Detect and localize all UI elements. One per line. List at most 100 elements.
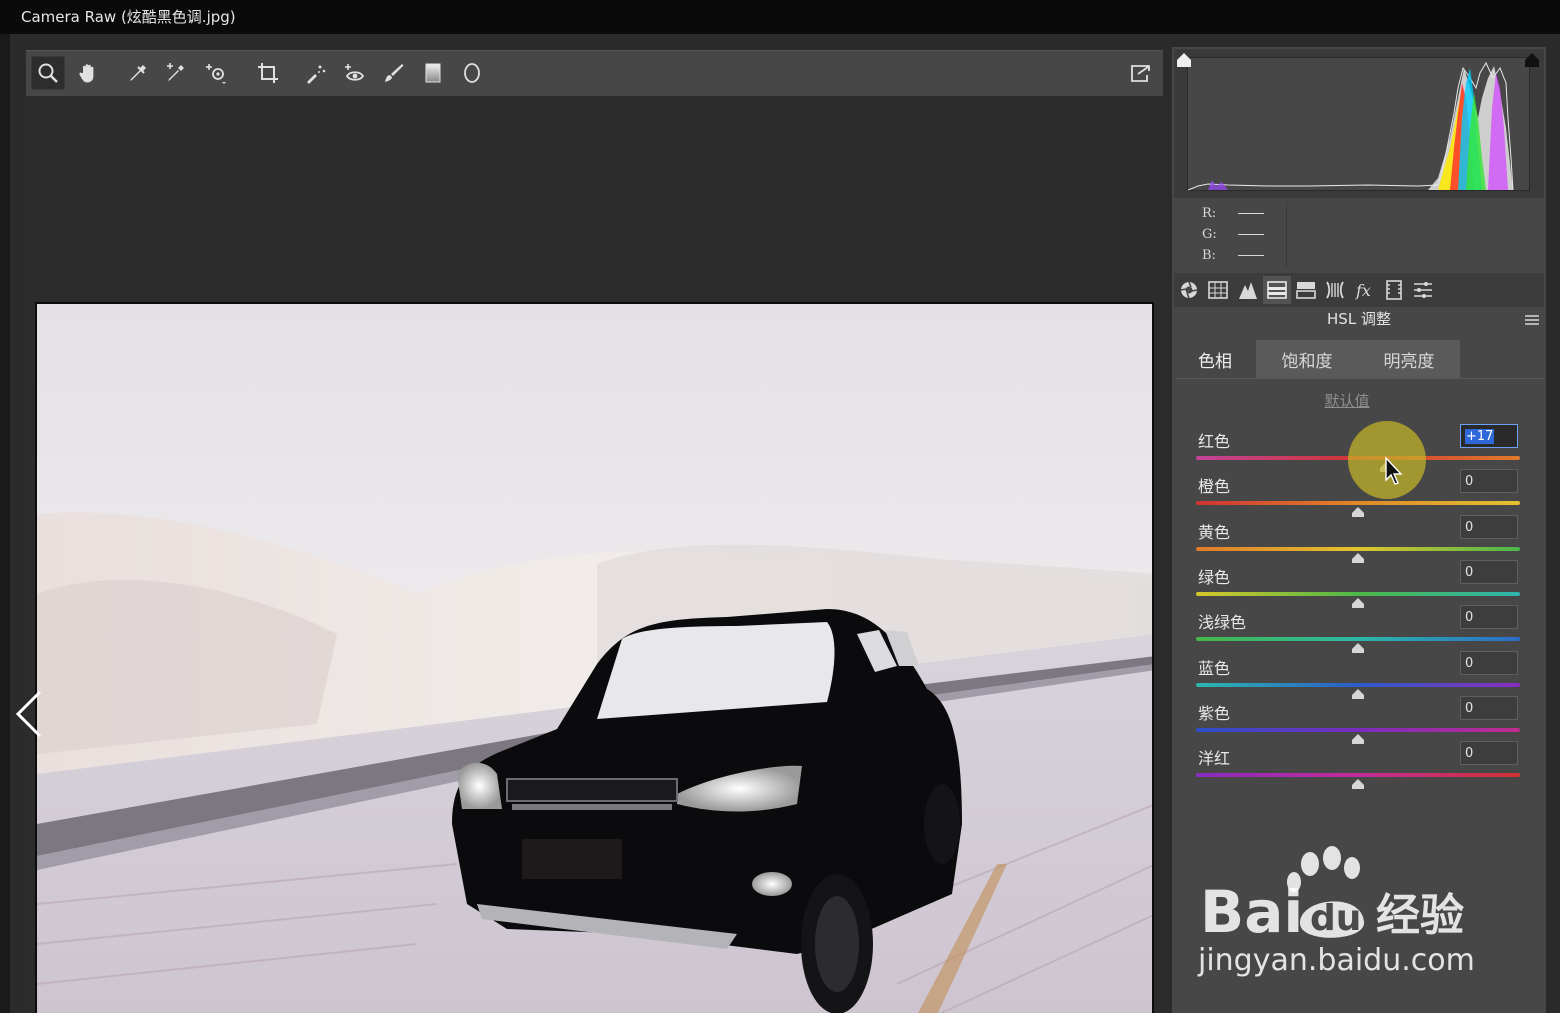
readout-divider [1286, 202, 1287, 269]
crop-icon [258, 63, 278, 83]
readout-r-dash [1238, 213, 1264, 214]
slider-value-input[interactable]: +17 [1460, 424, 1518, 448]
chevron-left-icon [15, 690, 42, 738]
panel-menu-button[interactable] [1524, 312, 1540, 326]
radial-filter-tool-button[interactable] [455, 56, 489, 90]
slider-value-input[interactable]: 0 [1460, 605, 1518, 629]
tab-tone-curve[interactable] [1204, 276, 1232, 304]
slider-value-text: +17 [1465, 429, 1495, 444]
slider-value-text: 0 [1465, 565, 1474, 580]
basic-icon [1180, 281, 1198, 299]
subtab-hue[interactable]: 色相 [1176, 340, 1254, 378]
radial-filter-icon [464, 63, 480, 83]
targeted-adjustment-icon [206, 64, 226, 84]
svg-text:fx: fx [1355, 281, 1371, 300]
red-eye-tool-button[interactable] [338, 56, 372, 90]
readout-b-dash [1238, 255, 1264, 256]
graduated-filter-tool-button[interactable] [416, 56, 450, 90]
slider-thumb[interactable] [1352, 729, 1364, 744]
split-toning-icon [1296, 282, 1316, 299]
slider-thumb[interactable] [1352, 684, 1364, 699]
slider-thumb[interactable] [1352, 548, 1364, 563]
svg-text:du: du [1310, 898, 1361, 939]
slider-value-input[interactable]: 0 [1460, 469, 1518, 493]
adjustment-brush-icon [385, 64, 404, 82]
section-title: HSL 调整 [1327, 310, 1391, 328]
readout-b: B: [1202, 248, 1264, 263]
white-balance-tool-button[interactable] [121, 56, 155, 90]
slider-label: 绿色 [1198, 568, 1231, 587]
hsl-icon [1267, 281, 1287, 299]
adjustment-brush-tool-button[interactable] [377, 56, 411, 90]
window-left-edge [0, 34, 10, 1013]
slider-value-input[interactable]: 0 [1460, 741, 1518, 765]
slider-value-input[interactable]: 0 [1460, 696, 1518, 720]
defaults-link[interactable]: 默认值 [1300, 390, 1394, 411]
slider-thumb[interactable] [1352, 774, 1364, 789]
tab-effects[interactable]: fx [1351, 276, 1379, 304]
mouse-cursor [1384, 456, 1404, 486]
camera-raw-window: Camera Raw (炫酷黑色调.jpg) R: G: B: fx HSL 调… [0, 0, 1560, 1013]
svg-text:经验: 经验 [1376, 890, 1464, 941]
svg-text:Bai: Bai [1200, 878, 1303, 946]
tab-presets[interactable] [1409, 276, 1437, 304]
tab-camera-calibration[interactable] [1380, 276, 1408, 304]
slider-value-text: 0 [1465, 520, 1474, 535]
tab-split-toning[interactable] [1292, 276, 1320, 304]
slider-label: 洋红 [1198, 749, 1231, 768]
lens-corrections-icon [1326, 281, 1344, 299]
hand-icon [79, 64, 94, 83]
presets-icon [1414, 282, 1432, 298]
color-sampler-tool-button[interactable] [159, 56, 193, 90]
slider-thumb[interactable] [1352, 638, 1364, 653]
highlight-clipping-warning-button[interactable] [1523, 51, 1541, 69]
slider-value-input[interactable]: 0 [1460, 560, 1518, 584]
tab-basic[interactable] [1175, 276, 1203, 304]
readout-g-dash [1238, 234, 1264, 235]
red-eye-icon [345, 64, 365, 81]
menu-icon [1525, 315, 1539, 325]
readout-g: G: [1202, 227, 1264, 242]
tone-curve-icon [1208, 281, 1228, 299]
highlight-clipping-icon [1525, 53, 1539, 67]
targeted-adjustment-tool-button[interactable] [199, 56, 233, 90]
slider-value-text: 0 [1465, 474, 1474, 489]
previous-image-button[interactable] [14, 690, 44, 738]
title-bar: Camera Raw (炫酷黑色调.jpg) [0, 0, 1560, 34]
color-sampler-icon [167, 63, 184, 81]
slider-thumb[interactable] [1352, 593, 1364, 608]
spot-removal-icon [307, 65, 326, 84]
subtab-saturation[interactable]: 饱和度 [1256, 340, 1358, 378]
toolbar [26, 50, 1163, 96]
histogram-plot [1187, 57, 1530, 191]
graduated-filter-icon [425, 63, 441, 83]
effects-icon: fx [1355, 281, 1371, 300]
slider-label: 浅绿色 [1198, 613, 1247, 632]
slider-thumb[interactable] [1352, 502, 1364, 517]
crop-tool-button[interactable] [251, 56, 285, 90]
slider-label: 紫色 [1198, 704, 1231, 723]
zoom-tool-button[interactable] [31, 56, 65, 90]
preview-image[interactable] [35, 302, 1154, 1013]
slider-value-text: 0 [1465, 701, 1474, 716]
shadow-clipping-icon [1177, 53, 1191, 67]
shadow-clipping-warning-button[interactable] [1175, 51, 1193, 69]
tab-hsl[interactable] [1263, 276, 1291, 304]
readout-r: R: [1202, 206, 1264, 221]
tab-detail[interactable] [1234, 276, 1262, 304]
window-title: Camera Raw (炫酷黑色调.jpg) [21, 8, 236, 26]
subtab-divider [1176, 378, 1544, 379]
slider-value-text: 0 [1465, 746, 1474, 761]
baidu-jingyan-watermark: Bai du 经验 jingyan.baidu.com [1192, 842, 1492, 982]
subtab-luminance[interactable]: 明亮度 [1358, 340, 1460, 378]
slider-value-input[interactable]: 0 [1460, 651, 1518, 675]
spot-removal-tool-button[interactable] [299, 56, 333, 90]
fullscreen-toggle-button[interactable] [1123, 56, 1157, 90]
tab-lens-corrections[interactable] [1321, 276, 1349, 304]
slider-value-input[interactable]: 0 [1460, 515, 1518, 539]
svg-text:jingyan.baidu.com: jingyan.baidu.com [1197, 943, 1475, 978]
pointer-icon [1385, 456, 1403, 485]
slider-value-text: 0 [1465, 656, 1474, 671]
camera-calibration-icon [1386, 280, 1402, 300]
hand-tool-button[interactable] [71, 56, 105, 90]
